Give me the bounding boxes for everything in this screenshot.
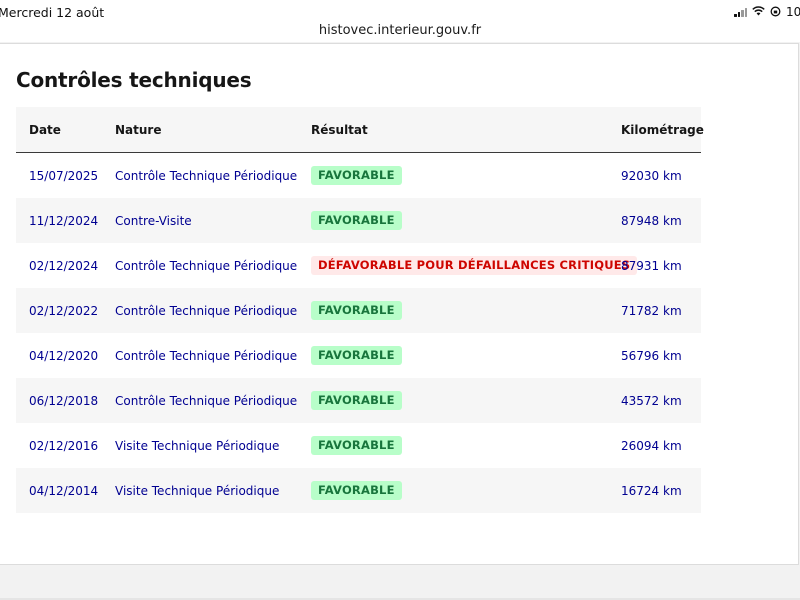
cell-date: 04/12/2014 — [16, 468, 102, 513]
column-header-nature: Nature — [102, 107, 298, 153]
battery-percentage: 100 — [786, 6, 800, 18]
cell-date: 02/12/2022 — [16, 288, 102, 333]
cell-resultat: FAVORABLE — [298, 198, 608, 243]
result-badge-favorable: FAVORABLE — [311, 166, 402, 185]
cell-nature: Contrôle Technique Périodique — [102, 152, 298, 198]
cell-kilometrage: 43572 km — [608, 378, 701, 423]
url-text[interactable]: histovec.interieur.gouv.fr — [0, 23, 800, 38]
cell-date: 02/12/2016 — [16, 423, 102, 468]
cell-date: 11/12/2024 — [16, 198, 102, 243]
table-header-row: Date Nature Résultat Kilométrage — [16, 107, 704, 153]
cell-resultat: FAVORABLE — [298, 288, 608, 333]
cell-kilometrage: 87931 km — [608, 243, 701, 288]
table-row: 04/12/2020 Contrôle Technique Périodique F… — [16, 333, 701, 378]
cell-nature: Contrôle Technique Périodique — [102, 288, 298, 333]
cell-date: 02/12/2024 — [16, 243, 102, 288]
result-badge-favorable: FAVORABLE — [311, 211, 402, 230]
cell-kilometrage: 26094 km — [608, 423, 701, 468]
result-badge-favorable: FAVORABLE — [311, 481, 402, 500]
column-header-resultat: Résultat — [298, 107, 608, 153]
cell-nature: Contre-Visite — [102, 198, 298, 243]
result-badge-favorable: FAVORABLE — [311, 391, 402, 410]
cell-kilometrage: 92030 km — [608, 152, 701, 198]
cell-resultat: FAVORABLE — [298, 423, 608, 468]
cell-nature: Contrôle Technique Périodique — [102, 378, 298, 423]
cell-kilometrage: 87948 km — [608, 198, 701, 243]
result-badge-favorable: FAVORABLE — [311, 436, 402, 455]
table-row: 02/12/2024 Contrôle Technique Périodique D… — [16, 243, 701, 288]
cell-nature: Contrôle Technique Périodique — [102, 243, 298, 288]
browser-address-bar[interactable]: histovec.interieur.gouv.fr — [0, 22, 800, 42]
result-badge-defavorable: DÉFAVORABLE POUR DÉFAILLANCES CRITIQUES — [311, 256, 638, 275]
result-badge-favorable: FAVORABLE — [311, 346, 402, 365]
orientation-lock-icon — [770, 6, 781, 19]
page-content: Contrôles techniques Date Nature Résulta… — [0, 43, 799, 565]
column-header-kilometrage: Kilométrage — [608, 107, 704, 153]
column-header-date: Date — [16, 107, 102, 153]
status-bar: Mercredi 12 août 100 — [0, 0, 800, 22]
wifi-icon — [752, 6, 765, 18]
cell-resultat: FAVORABLE — [298, 152, 608, 198]
status-time: Mercredi 12 août — [0, 5, 105, 20]
cell-resultat: FAVORABLE — [298, 468, 608, 513]
status-icons: 100 — [734, 6, 800, 18]
cell-resultat: DÉFAVORABLE POUR DÉFAILLANCES CRITIQUES — [298, 243, 638, 288]
cell-kilometrage: 71782 km — [608, 288, 701, 333]
table-row: 02/12/2022 Contrôle Technique Périodique F… — [16, 288, 701, 333]
cell-kilometrage: 56796 km — [608, 333, 701, 378]
cell-date: 15/07/2025 — [16, 152, 102, 198]
cell-resultat: FAVORABLE — [298, 333, 608, 378]
page-title: Contrôles techniques — [16, 68, 252, 92]
cell-nature: Contrôle Technique Périodique — [102, 333, 298, 378]
table-row: 04/12/2014 Visite Technique Périodique FAV… — [16, 468, 701, 513]
cellular-signal-icon — [734, 7, 747, 17]
result-badge-favorable: FAVORABLE — [311, 301, 402, 320]
table-row: 06/12/2018 Contrôle Technique Périodique F… — [16, 378, 701, 423]
cell-date: 04/12/2020 — [16, 333, 102, 378]
table-row: 15/07/2025 Contrôle Technique Périodique F… — [16, 152, 701, 198]
technical-inspections-table: Date Nature Résultat Kilométrage 15/07/2… — [16, 107, 704, 513]
cell-kilometrage: 16724 km — [608, 468, 701, 513]
cell-resultat: FAVORABLE — [298, 378, 608, 423]
cell-nature: Visite Technique Périodique — [102, 423, 298, 468]
cell-date: 06/12/2018 — [16, 378, 102, 423]
cell-nature: Visite Technique Périodique — [102, 468, 298, 513]
table-row: 11/12/2024 Contre-Visite FAVORABLE 87948 km — [16, 198, 701, 243]
table-row: 02/12/2016 Visite Technique Périodique FAV… — [16, 423, 701, 468]
